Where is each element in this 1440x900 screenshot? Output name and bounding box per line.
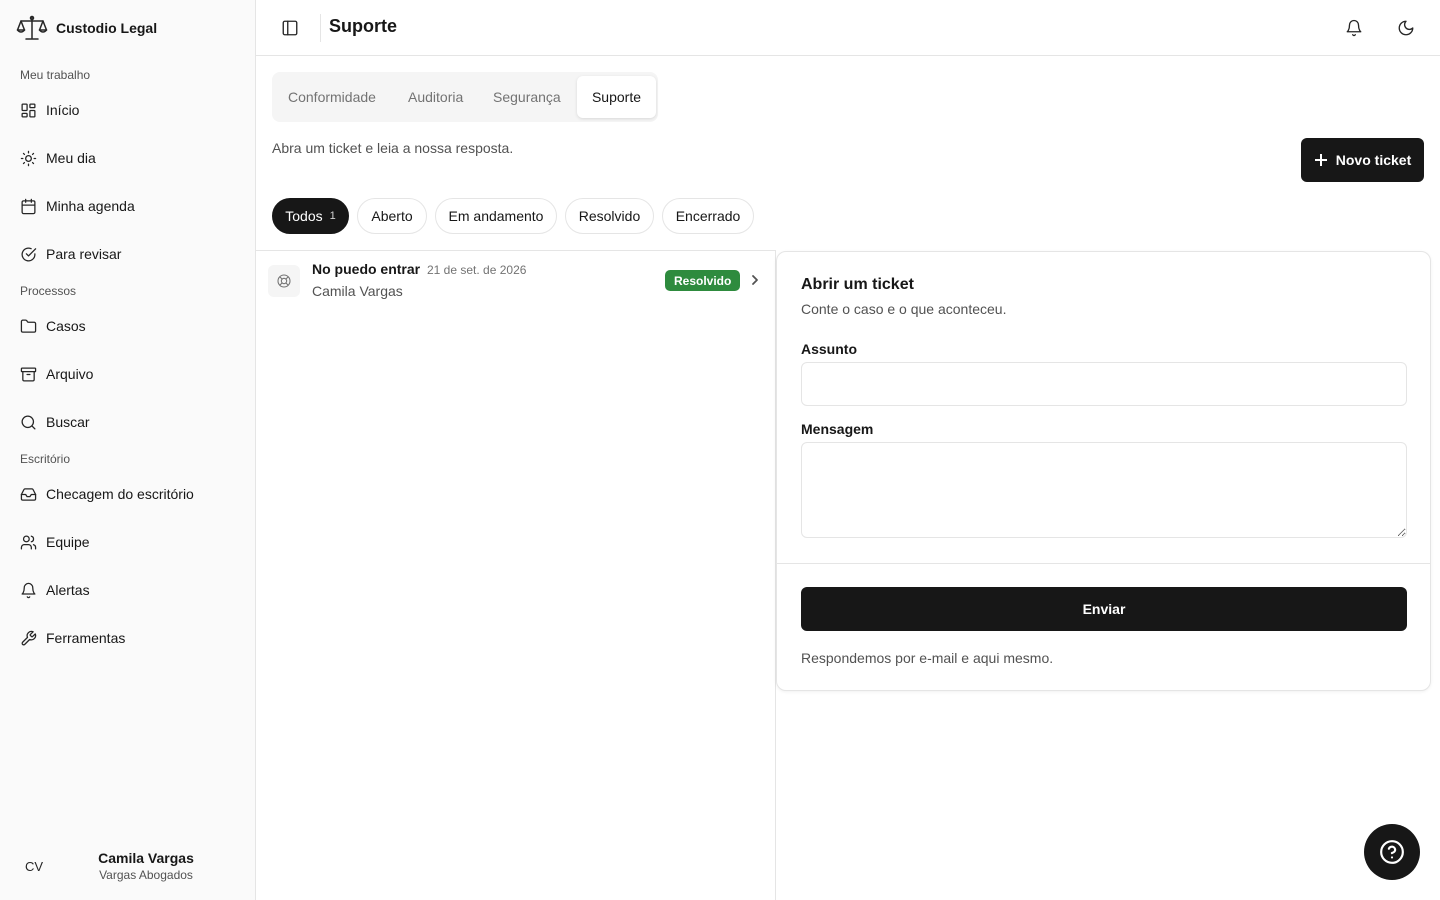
sidebar-item-alertas[interactable]: Alertas: [12, 572, 244, 608]
sidebar-item-casos[interactable]: Casos: [12, 308, 244, 344]
wrench-icon: [21, 630, 37, 645]
filter-aberto[interactable]: Aberto: [357, 198, 427, 234]
status-badge: Resolvido: [665, 270, 741, 291]
bell-icon: [21, 582, 36, 598]
life-buoy-icon: [277, 274, 291, 288]
tab-suporte[interactable]: Suporte: [577, 76, 656, 118]
archive-icon: [20, 366, 37, 382]
user-org: Vargas Abogados: [99, 868, 193, 882]
sun-icon: [20, 150, 37, 166]
sidebar: Custodio Legal Meu trabalho Início Meu d…: [0, 0, 256, 900]
calendar-icon: [21, 198, 36, 214]
submit-button[interactable]: Enviar: [801, 587, 1407, 631]
chevron-right-icon: [747, 272, 763, 288]
sidebar-item-inicio[interactable]: Início: [12, 92, 244, 128]
avatar: CV: [24, 858, 44, 874]
subject-label: Assunto: [801, 341, 857, 357]
header-divider: [320, 14, 321, 42]
form-divider: [777, 563, 1430, 564]
sidebar-item-label: Casos: [46, 318, 86, 334]
message-textarea[interactable]: [801, 442, 1407, 538]
help-circle-icon: [1380, 840, 1404, 864]
filter-count: 1: [329, 210, 336, 222]
help-button[interactable]: [1364, 824, 1420, 880]
sidebar-item-equipe[interactable]: Equipe: [12, 524, 244, 560]
check-circle-icon: [21, 247, 37, 262]
sidebar-item-label: Alertas: [46, 582, 90, 598]
theme-toggle-button[interactable]: [1392, 14, 1420, 42]
section-label-processos: Processos: [20, 284, 77, 298]
filter-resolvido[interactable]: Resolvido: [565, 198, 654, 234]
top-header: Suporte: [256, 0, 1440, 56]
sidebar-item-para-revisar[interactable]: Para revisar: [12, 236, 244, 272]
folder-icon: [20, 318, 37, 333]
sidebar-item-label: Ferramentas: [46, 630, 126, 646]
brand-name: Custodio Legal: [56, 20, 158, 36]
sidebar-item-arquivo[interactable]: Arquivo: [12, 356, 244, 392]
ticket-date: 21 de set. de 2026: [427, 263, 527, 277]
search-icon: [21, 414, 36, 430]
section-tabs: Conformidade Auditoria Segurança Suporte: [272, 72, 658, 122]
sidebar-item-label: Para revisar: [46, 246, 122, 262]
inbox-icon: [20, 487, 37, 501]
form-description: Conte o caso e o que aconteceu.: [801, 301, 1007, 317]
sidebar-item-label: Meu dia: [46, 150, 96, 166]
sidebar-item-label: Minha agenda: [46, 198, 135, 214]
ticket-subject: No puedo entrar: [312, 261, 421, 277]
message-label: Mensagem: [801, 421, 874, 437]
subject-input[interactable]: [801, 362, 1407, 406]
tab-seguranca[interactable]: Segurança: [493, 76, 561, 118]
sidebar-item-label: Início: [46, 102, 80, 118]
sidebar-item-label: Buscar: [46, 414, 90, 430]
page-title: Suporte: [329, 16, 398, 36]
plus-icon: [1314, 154, 1327, 166]
sidebar-item-minha-agenda[interactable]: Minha agenda: [12, 188, 244, 224]
ticket-icon-wrap: [268, 265, 300, 297]
user-info: Camila Vargas Vargas Abogados: [56, 849, 244, 883]
sidebar-item-checagem[interactable]: Checagem do escritório: [12, 476, 244, 512]
new-ticket-label: Novo ticket: [1335, 152, 1412, 168]
scales-icon: [16, 15, 48, 40]
section-label-escritorio: Escritório: [20, 452, 71, 466]
user-name: Camila Vargas: [98, 850, 194, 866]
filter-todos[interactable]: Todos 1: [272, 198, 349, 234]
tab-auditoria[interactable]: Auditoria: [408, 76, 463, 118]
users-icon: [20, 534, 37, 550]
sidebar-item-label: Equipe: [46, 534, 90, 550]
ticket-list: No puedo entrar 21 de set. de 2026 Camil…: [256, 250, 776, 900]
sidebar-toggle-button[interactable]: [276, 14, 304, 42]
filter-encerrado[interactable]: Encerrado: [662, 198, 754, 234]
grid-icon: [21, 102, 36, 118]
sidebar-item-meu-dia[interactable]: Meu dia: [12, 140, 244, 176]
sidebar-item-label: Arquivo: [46, 366, 94, 382]
sidebar-item-buscar[interactable]: Buscar: [12, 404, 244, 440]
brand[interactable]: Custodio Legal: [16, 14, 157, 42]
ticket-row[interactable]: No puedo entrar 21 de set. de 2026 Camil…: [256, 251, 775, 309]
tab-conformidade[interactable]: Conformidade: [288, 76, 376, 118]
page-subtitle: Abra um ticket e leia a nossa resposta.: [272, 140, 514, 156]
filter-label: Todos: [285, 208, 323, 224]
sidebar-panel-icon: [282, 20, 298, 36]
user-profile[interactable]: CV Camila Vargas Vargas Abogados: [12, 838, 244, 894]
new-ticket-form: Abrir um ticket Conte o caso e o que aco…: [776, 251, 1431, 691]
sidebar-item-ferramentas[interactable]: Ferramentas: [12, 620, 244, 656]
moon-icon: [1398, 20, 1414, 36]
sidebar-item-label: Checagem do escritório: [46, 486, 194, 502]
ticket-author: Camila Vargas: [312, 283, 403, 299]
section-label-meu-trabalho: Meu trabalho: [20, 68, 91, 82]
form-note: Respondemos por e-mail e aqui mesmo.: [801, 650, 1054, 666]
filter-em-andamento[interactable]: Em andamento: [435, 198, 557, 234]
bell-icon: [1346, 19, 1362, 37]
form-title: Abrir um ticket: [801, 276, 914, 293]
notifications-button[interactable]: [1340, 14, 1368, 42]
new-ticket-button[interactable]: Novo ticket: [1301, 138, 1424, 182]
